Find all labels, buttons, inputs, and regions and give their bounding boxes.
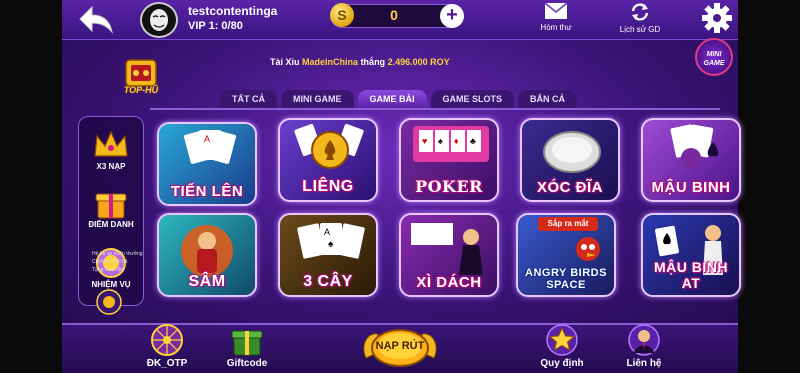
otp-register-button[interactable]: ĐK_OTP: [140, 323, 194, 369]
star-icon: [546, 324, 578, 356]
username: testcontentinga: [188, 4, 278, 18]
category-tabs: TẤT CẢ MINI GAME GAME BÀI GAME SLOTS BẮN…: [220, 90, 578, 108]
history-label: Lịch sử GD: [619, 25, 661, 34]
minigame-label-1: MINI: [706, 51, 722, 58]
game-lobby: testcontentinga VIP 1: 0/80 S 0 + Hòm th…: [0, 0, 800, 373]
tab-all[interactable]: TẤT CẢ: [220, 90, 277, 108]
tab-card-games[interactable]: GAME BÀI: [357, 90, 427, 108]
sidebar-label-x3: X3 NẠP: [96, 162, 126, 171]
tab-underline: [150, 108, 720, 110]
game-tile-xi-dach[interactable]: XÌ DÁCH: [399, 213, 499, 297]
gift-box-icon: [95, 193, 127, 219]
svg-text:♦: ♦: [454, 136, 459, 146]
svg-text:♠: ♠: [328, 239, 334, 250]
ticker-player: MadeinChina: [302, 57, 359, 67]
game-tile-3-cay[interactable]: A ♠ 3 CÂY: [278, 213, 378, 297]
crown-icon: [94, 130, 128, 157]
back-arrow-icon[interactable]: [78, 4, 114, 34]
ticker-game: Tài Xỉu: [270, 57, 300, 67]
game-label: SÂM: [188, 273, 226, 290]
logo-text: TOP-HŨ: [123, 85, 159, 95]
left-letterbox: [0, 0, 62, 373]
balance-value: 0: [390, 7, 398, 23]
jackpot-ticker: Tài Xỉu MadeinChina thắng 2.496.000 ROY: [270, 57, 450, 67]
support-agent-icon: [628, 324, 660, 356]
svg-text:♠: ♠: [438, 136, 443, 146]
wheel-icon: [151, 324, 183, 356]
svg-text:A: A: [324, 227, 330, 237]
tab-fishing[interactable]: BẮN CÁ: [518, 90, 578, 108]
tab-slots[interactable]: GAME SLOTS: [430, 90, 515, 108]
giftcode-box-icon: [231, 330, 263, 356]
game-label: TIẾN LÊN: [170, 183, 244, 200]
ticker-amount: 2.496.000 ROY: [387, 57, 450, 67]
game-label: POKER: [415, 177, 483, 196]
game-tile-xoc-dia[interactable]: XÓC ĐĨA: [520, 118, 620, 202]
game-label: XÓC ĐĨA: [536, 179, 603, 196]
game-tile-mau-binh[interactable]: MẬU BINH: [641, 118, 741, 202]
game-tile-tien-len[interactable]: A TIẾN LÊN: [157, 122, 257, 206]
avatar[interactable]: [140, 2, 178, 38]
contact-label: Liên hệ: [626, 358, 662, 369]
mailbox-button[interactable]: Hòm thư: [530, 2, 582, 32]
vip-level: VIP 1: 0/80: [188, 20, 243, 32]
game-tile-angry-birds[interactable]: Sắp ra mắt ANGRY BIRDS SPACE: [516, 213, 616, 297]
anonymous-mask-icon: [150, 9, 168, 31]
mailbox-label: Hòm thư: [540, 23, 572, 32]
game-label: LIÊNG: [302, 178, 354, 195]
gear-icon[interactable]: [700, 2, 734, 34]
svg-text:♥: ♥: [422, 136, 427, 146]
game-tile-sam[interactable]: SÂM: [157, 213, 257, 297]
game-label: MẬU BINH AT: [654, 259, 728, 291]
giftcode-label: Giftcode: [226, 358, 268, 369]
otp-label: ĐK_OTP: [146, 358, 188, 369]
mission-badge-icon: [96, 289, 122, 315]
svg-text:♣: ♣: [470, 136, 476, 146]
game-tile-mau-binh-at[interactable]: MẬU BINH AT: [641, 213, 741, 297]
coin-icon: S: [330, 3, 354, 27]
game-tile-poker[interactable]: ♥ ♠ ♦ ♣ POKER: [399, 118, 499, 202]
right-letterbox: [738, 0, 800, 373]
history-icon: [631, 3, 649, 21]
tab-mini-game[interactable]: MINI GAME: [281, 90, 354, 108]
game-label: 3 CÂY: [303, 273, 353, 290]
sidebar-item-checkin[interactable]: ĐIỂM DANH: [78, 186, 144, 229]
deposit-withdraw-label: NẠP RÚT: [375, 340, 425, 352]
giftcode-button[interactable]: Giftcode: [220, 323, 274, 369]
contact-button[interactable]: Liên hệ: [616, 323, 672, 369]
minigame-button[interactable]: MINI GAME: [695, 38, 733, 76]
sidebar-label-checkin: ĐIỂM DANH: [88, 220, 134, 229]
history-button[interactable]: Lịch sử GD: [612, 2, 668, 34]
game-label: ANGRY BIRDS SPACE: [525, 267, 607, 291]
rules-button[interactable]: Quy định: [534, 323, 590, 369]
game-label: XÌ DÁCH: [416, 274, 482, 291]
svg-text:A: A: [204, 134, 210, 144]
top-up-button[interactable]: +: [440, 4, 464, 28]
ticker-verb: thắng: [360, 57, 386, 67]
sidebar-item-x3-topup[interactable]: X3 NẠP: [78, 128, 144, 171]
minigame-label-2: GAME: [703, 60, 725, 67]
mail-icon: [544, 2, 568, 19]
rules-label: Quy định: [540, 358, 584, 369]
game-label: MẬU BINH: [651, 179, 731, 196]
game-tile-lieng[interactable]: LIÊNG: [278, 118, 378, 202]
